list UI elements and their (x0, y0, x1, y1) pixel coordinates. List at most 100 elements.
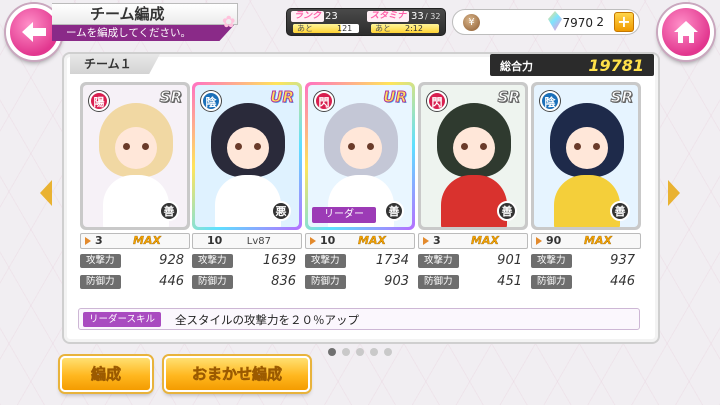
attack-value: 937 (610, 253, 635, 268)
defense-value: 903 (384, 274, 409, 289)
back-arrow-icon (22, 22, 46, 42)
purchase-crystal-button[interactable]: + (614, 12, 634, 32)
page-dot[interactable] (370, 348, 378, 356)
alignment-badge-icon: 悪 (271, 201, 291, 221)
card-frame[interactable]: 閃 SR 善 (418, 82, 528, 230)
level-status: MAX (584, 234, 612, 247)
auto-formation-button[interactable]: おまかせ編成 (164, 356, 310, 392)
level-arrow-icon (423, 237, 429, 245)
previous-team-arrow-icon[interactable] (40, 180, 52, 206)
character-portrait: 閃 SR 善 (421, 85, 525, 227)
defense-value: 446 (610, 274, 635, 289)
attack-label: 攻撃力 (80, 254, 121, 268)
defense-label: 防御力 (418, 275, 459, 289)
total-power-label: 総合力 (500, 60, 533, 73)
card-slot[interactable]: 閃 UR 善 リーダー 10 MAX 攻撃力 1734 防御力 903 (305, 82, 415, 291)
level-arrow-icon (85, 237, 91, 245)
level-status: Lv87 (246, 236, 271, 247)
defense-label: 防御力 (192, 275, 233, 289)
level-row: 3 MAX (80, 233, 190, 249)
card-frame[interactable]: 陰 UR 悪 (192, 82, 302, 230)
character-portrait: 閃 UR 善 リーダー (308, 85, 412, 227)
leader-skill-text: 全スタイルの攻撃力を２０％アップ (175, 313, 359, 327)
attack-value: 901 (497, 253, 522, 268)
currency-bar: ¥ 7970 (452, 9, 640, 35)
coin-icon: ¥ (463, 14, 480, 31)
home-icon (674, 21, 698, 43)
formation-button[interactable]: 編成 (60, 356, 152, 392)
card-slot[interactable]: 閃 SR 善 3 MAX 攻撃力 901 防御力 451 (418, 82, 528, 291)
card-frame[interactable]: 陰 SR 善 (531, 82, 641, 230)
next-team-arrow-icon[interactable] (668, 180, 680, 206)
skill-level: 3 (433, 234, 441, 247)
team-tab[interactable]: チーム１ (70, 54, 160, 74)
defense-label: 防御力 (80, 275, 121, 289)
alignment-badge-icon: 善 (497, 201, 517, 221)
page-dot[interactable] (328, 348, 336, 356)
attack-row: 攻撃力 1734 (305, 252, 415, 270)
type-badge-icon: 陰 (540, 91, 560, 111)
rank-next-value: 121 (337, 24, 353, 33)
leader-skill-bar: リーダースキル 全スタイルの攻撃力を２０％アップ (78, 308, 640, 330)
rank-label: ランク (291, 11, 325, 22)
defense-label: 防御力 (531, 275, 572, 289)
stamina-next-value: 2:12 (405, 24, 423, 33)
total-power-plate: 総合力 19781 (490, 54, 654, 76)
level-status: MAX (358, 234, 386, 247)
rarity-badge: UR (383, 88, 408, 107)
rank-next-label: あと (297, 24, 313, 33)
stamina-next-label: あと (375, 24, 391, 33)
page-dot[interactable] (356, 348, 364, 356)
skill-level: 10 (207, 234, 223, 247)
level-status: MAX (471, 234, 499, 247)
rarity-badge: UR (270, 88, 295, 107)
total-power-value: 19781 (588, 56, 644, 75)
leader-skill-label: リーダースキル (83, 312, 162, 327)
page-subtitle: ームを編成してください。 (52, 25, 234, 41)
card-slot[interactable]: 陽 SR 善 3 MAX 攻撃力 928 防御力 446 (80, 82, 190, 291)
level-row: 90 MAX (531, 233, 641, 249)
type-badge-icon: 陽 (89, 91, 109, 111)
character-portrait: 陰 UR 悪 (195, 85, 299, 227)
defense-row: 防御力 836 (192, 273, 302, 291)
attack-row: 攻撃力 1639 (192, 252, 302, 270)
card-slot[interactable]: 陰 UR 悪 10 Lv87 攻撃力 1639 防御力 836 (192, 82, 302, 291)
home-button[interactable] (658, 4, 714, 60)
defense-value: 451 (497, 274, 522, 289)
level-arrow-icon (536, 237, 542, 245)
attack-value: 1639 (262, 253, 296, 268)
level-row: 10 MAX (305, 233, 415, 249)
leader-tag: リーダー (312, 207, 376, 223)
page-title: チーム編成 (52, 3, 238, 25)
character-portrait: 陰 SR 善 (534, 85, 638, 227)
character-portrait: 陽 SR 善 (83, 85, 187, 227)
page-dot[interactable] (342, 348, 350, 356)
card-frame[interactable]: 陽 SR 善 (80, 82, 190, 230)
stamina-label: スタミナ (367, 11, 410, 22)
defense-label: 防御力 (305, 275, 346, 289)
crystal-amount: 2 (596, 15, 604, 29)
card-frame[interactable]: 閃 UR 善 リーダー (305, 82, 415, 230)
flower-icon: ✿ (222, 12, 236, 31)
rarity-badge: SR (497, 88, 520, 107)
stamina-value: 33 (411, 11, 424, 22)
alignment-badge-icon: 善 (610, 201, 630, 221)
rank-value: 23 (325, 11, 338, 22)
type-badge-icon: 閃 (314, 91, 334, 111)
attack-label: 攻撃力 (531, 254, 572, 268)
defense-row: 防御力 451 (418, 273, 528, 291)
alignment-badge-icon: 善 (159, 201, 179, 221)
defense-value: 446 (159, 274, 184, 289)
player-status-bar: ランク 23 あと 121 スタミナ 33 / 32 あと 2:12 (286, 8, 446, 36)
attack-label: 攻撃力 (192, 254, 233, 268)
attack-value: 1734 (375, 253, 409, 268)
defense-value: 836 (271, 274, 296, 289)
card-slot[interactable]: 陰 SR 善 90 MAX 攻撃力 937 防御力 446 (531, 82, 641, 291)
defense-row: 防御力 903 (305, 273, 415, 291)
attack-label: 攻撃力 (305, 254, 346, 268)
skill-level: 90 (546, 234, 562, 247)
page-dot[interactable] (384, 348, 392, 356)
rarity-badge: SR (610, 88, 633, 107)
defense-row: 防御力 446 (80, 273, 190, 291)
attack-row: 攻撃力 937 (531, 252, 641, 270)
